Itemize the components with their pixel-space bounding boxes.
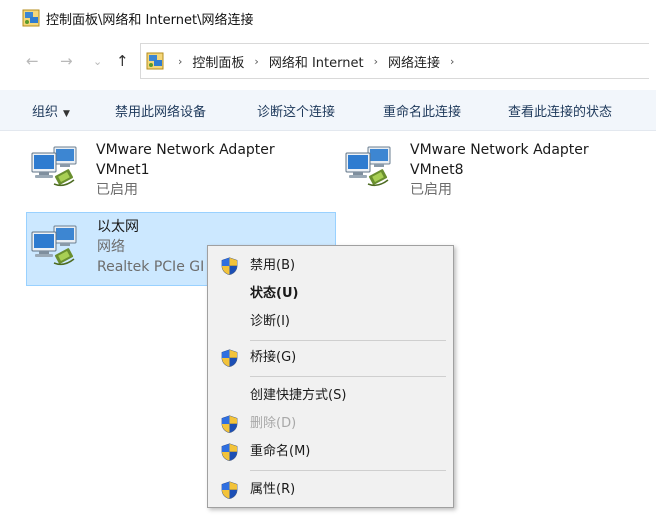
menu-item-label: 重命名(M) xyxy=(250,444,311,459)
connection-item-vmnet8[interactable]: VMware Network Adapter VMnet8 已启用 xyxy=(340,140,640,206)
diagnose-connection-button[interactable]: 诊断这个连接 xyxy=(257,101,335,120)
organize-label: 组织 xyxy=(32,105,59,120)
menu-item-label: 诊断(I) xyxy=(250,314,290,329)
breadcrumb-network-internet[interactable]: 网络和 Internet xyxy=(269,52,364,71)
menu-separator xyxy=(250,340,446,341)
menu-item-label: 桥接(G) xyxy=(250,350,297,365)
connection-network: 网络 xyxy=(97,239,125,255)
recent-locations-chevron-icon[interactable]: ⌄ xyxy=(93,52,102,72)
menu-item-diagnose[interactable]: 诊断(I) xyxy=(208,308,453,336)
menu-item-label: 属性(R) xyxy=(250,482,296,497)
menu-item-label: 状态(U) xyxy=(250,286,299,301)
menu-item-disable[interactable]: 禁用(B) xyxy=(208,252,453,280)
breadcrumb-separator[interactable]: › xyxy=(450,55,454,68)
menu-item-label: 禁用(B) xyxy=(250,258,296,273)
uac-shield-icon xyxy=(221,481,238,499)
connection-status: 已启用 xyxy=(410,182,452,198)
connection-adapter: VMnet1 xyxy=(96,162,150,178)
menu-item-create-shortcut[interactable]: 创建快捷方式(S) xyxy=(208,382,453,410)
network-adapter-icon xyxy=(345,146,391,187)
connection-name: 以太网 xyxy=(97,219,139,235)
uac-shield-icon xyxy=(221,443,238,461)
connection-status: 已启用 xyxy=(96,182,138,198)
back-arrow-icon[interactable]: ← xyxy=(26,51,39,71)
menu-item-status[interactable]: 状态(U) xyxy=(208,280,453,308)
menu-item-properties[interactable]: 属性(R) xyxy=(208,476,453,504)
navigation-bar: ← → ⌄ ↑ › 控制面板 › 网络和 Internet › 网络连接 › xyxy=(0,43,656,79)
menu-separator xyxy=(250,376,446,377)
network-adapter-icon xyxy=(31,146,77,187)
title-bar: 控制面板\网络和 Internet\网络连接 xyxy=(0,0,656,36)
view-status-button[interactable]: 查看此连接的状态 xyxy=(508,101,612,120)
menu-item-bridge[interactable]: 桥接(G) xyxy=(208,344,453,372)
menu-item-label: 删除(D) xyxy=(250,416,297,431)
menu-item-rename[interactable]: 重命名(M) xyxy=(208,438,453,466)
organize-button[interactable]: 组织 ▼ xyxy=(32,101,70,120)
menu-item-delete: 删除(D) xyxy=(208,410,453,438)
uac-shield-icon xyxy=(221,349,238,367)
connection-name: VMware Network Adapter xyxy=(410,142,589,158)
context-menu: 禁用(B) 状态(U) 诊断(I) 桥接(G) 创建快捷方式(S) 删除(D) … xyxy=(207,245,454,508)
connection-device: Realtek PCIe GI xyxy=(97,259,205,275)
uac-shield-icon xyxy=(221,415,238,433)
breadcrumb-separator[interactable]: › xyxy=(374,55,378,68)
rename-connection-button[interactable]: 重命名此连接 xyxy=(383,101,461,120)
connection-name: VMware Network Adapter xyxy=(96,142,275,158)
connection-item-vmnet1[interactable]: VMware Network Adapter VMnet1 已启用 xyxy=(26,140,316,206)
up-arrow-icon[interactable]: ↑ xyxy=(116,51,129,71)
menu-separator xyxy=(250,470,446,471)
forward-arrow-icon[interactable]: → xyxy=(60,51,73,71)
control-panel-icon xyxy=(146,52,164,70)
network-adapter-icon xyxy=(31,225,77,266)
address-bar[interactable]: › 控制面板 › 网络和 Internet › 网络连接 › xyxy=(140,43,649,79)
disable-device-button[interactable]: 禁用此网络设备 xyxy=(115,101,206,120)
breadcrumb-separator[interactable]: › xyxy=(178,55,182,68)
network-connections-icon xyxy=(22,9,40,27)
connection-adapter: VMnet8 xyxy=(410,162,464,178)
breadcrumb-separator[interactable]: › xyxy=(254,55,258,68)
window-title: 控制面板\网络和 Internet\网络连接 xyxy=(46,12,254,28)
breadcrumb-network-connections[interactable]: 网络连接 xyxy=(388,52,440,71)
breadcrumb-control-panel[interactable]: 控制面板 xyxy=(192,52,244,71)
menu-item-label: 创建快捷方式(S) xyxy=(250,388,347,403)
command-toolbar: 组织 ▼ 禁用此网络设备 诊断这个连接 重命名此连接 查看此连接的状态 xyxy=(0,90,656,131)
uac-shield-icon xyxy=(221,257,238,275)
dropdown-caret-icon: ▼ xyxy=(63,109,70,119)
